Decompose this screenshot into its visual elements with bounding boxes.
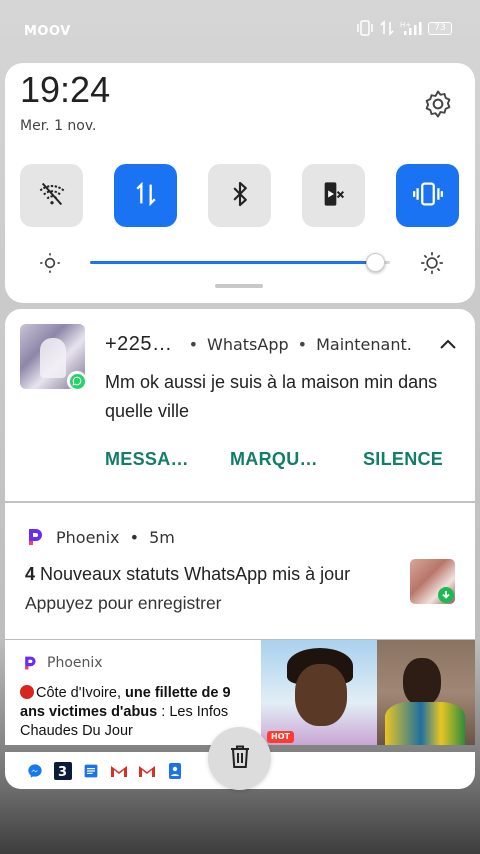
collapse-chevron-up-icon[interactable] xyxy=(439,335,457,354)
notification-subtitle: Appuyez pour enregistrer xyxy=(25,593,222,613)
vibrate-icon xyxy=(356,20,374,36)
bluetooth-icon xyxy=(226,180,254,212)
status-icons: H+ 73 xyxy=(356,20,452,36)
date[interactable]: Mer. 1 nov. xyxy=(20,118,97,134)
status-thumbnail xyxy=(410,559,455,604)
messenger-icon xyxy=(25,761,45,781)
google-docs-icon xyxy=(81,761,101,781)
news-headline: Côte d'Ivoire, une fillette de 9 ans vic… xyxy=(20,684,250,741)
sender-name: +225… xyxy=(105,333,173,355)
gmail-icon-2 xyxy=(137,761,157,781)
battery-icon: 73 xyxy=(428,21,452,35)
mark-read-action-button[interactable]: MARQU… xyxy=(230,449,318,470)
brightness-slider[interactable] xyxy=(90,253,390,272)
notification-header: +225… • WhatsApp • Maintenant. xyxy=(105,333,412,356)
app-name: Phoenix xyxy=(47,655,103,671)
whatsapp-badge-icon xyxy=(67,371,87,391)
data-transfer-icon xyxy=(380,20,394,36)
trash-icon xyxy=(228,744,252,774)
app-name: Phoenix xyxy=(56,528,120,547)
media-mute-tile[interactable] xyxy=(302,164,365,227)
mobile-data-tile[interactable] xyxy=(114,164,177,227)
notification-time: 5m xyxy=(149,528,175,547)
separator-dot: • xyxy=(129,528,140,547)
notification-header: Phoenix • 5m xyxy=(56,528,175,547)
carrier-label: MOOV xyxy=(24,24,71,39)
red-circle-icon xyxy=(20,685,34,699)
settings-gear-icon[interactable] xyxy=(423,89,453,119)
headline-prefix: Côte d'Ivoire, xyxy=(36,685,126,701)
phoenix-app-icon xyxy=(25,527,45,551)
clear-all-button[interactable] xyxy=(208,727,271,790)
message-text: Mm ok aussi je suis à la maison min dans… xyxy=(105,372,438,421)
clock[interactable]: 19:24 xyxy=(20,69,110,111)
vibrate-mode-icon xyxy=(412,180,443,212)
gmail-icon xyxy=(109,761,129,781)
bluetooth-tile[interactable] xyxy=(208,164,271,227)
contacts-icon xyxy=(165,761,185,781)
notification-time: Maintenant. xyxy=(316,335,412,354)
whatsapp-notification[interactable]: +225… • WhatsApp • Maintenant. Mm ok aus… xyxy=(5,309,475,501)
download-icon xyxy=(438,587,454,603)
mute-action-button[interactable]: SILENCE xyxy=(363,449,443,470)
brightness-slider-thumb[interactable] xyxy=(366,253,385,272)
status-count: 4 xyxy=(25,564,36,584)
phoenix-notification[interactable]: Phoenix • 5m 4 Nouveaux statuts WhatsApp… xyxy=(5,503,475,639)
separator-dot: • xyxy=(297,335,308,354)
brightness-low-icon xyxy=(37,250,63,280)
news-image: HOT xyxy=(261,640,475,745)
svg-text:H+: H+ xyxy=(400,21,411,29)
svg-text:3: 3 xyxy=(58,765,67,780)
separator-dot: • xyxy=(188,335,198,354)
signal-h-plus-icon: H+ xyxy=(400,20,422,36)
notification-app-icons: 3 xyxy=(25,761,185,781)
phoenix-app-icon xyxy=(22,655,38,675)
brightness-control xyxy=(35,248,455,278)
quick-settings-tiles xyxy=(20,164,459,227)
wifi-tile[interactable] xyxy=(20,164,83,227)
brightness-slider-fill xyxy=(90,261,375,264)
vibrate-mode-tile[interactable] xyxy=(396,164,459,227)
notification-actions: MESSA… MARQU… SILENCE xyxy=(105,449,445,475)
title-text: Nouveaux statuts WhatsApp mis à jour xyxy=(35,564,351,584)
wifi-off-icon xyxy=(38,180,66,212)
hot-tag: HOT xyxy=(267,731,294,743)
app-store-icon: 3 xyxy=(53,761,73,781)
reply-action-button[interactable]: MESSA… xyxy=(105,449,189,470)
quick-settings-panel: 19:24 Mer. 1 nov. xyxy=(5,63,475,303)
panel-drag-handle[interactable] xyxy=(215,284,263,288)
status-bar: MOOV H+ 73 xyxy=(0,0,480,60)
app-name: WhatsApp xyxy=(207,335,289,354)
notification-title: 4 Nouveaux statuts WhatsApp mis à jour xyxy=(25,564,350,585)
brightness-high-icon xyxy=(419,250,445,280)
media-mute-icon xyxy=(320,180,348,212)
mobile-data-icon xyxy=(132,180,160,212)
